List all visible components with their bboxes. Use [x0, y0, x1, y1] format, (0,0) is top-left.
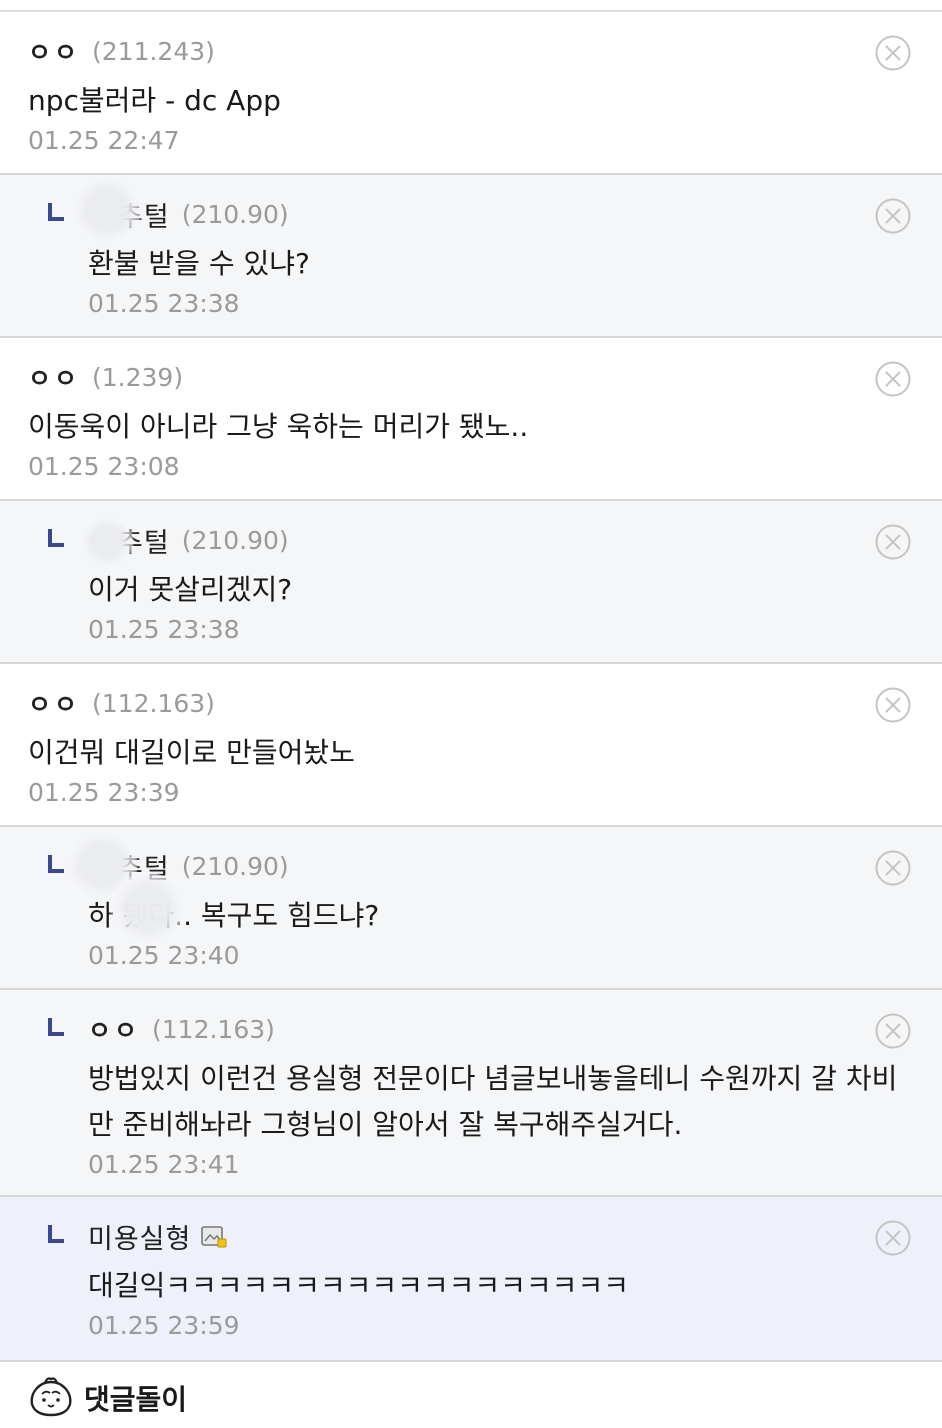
- comment-item: ㅇㅇ (1.239) 이동욱이 아니라 그냥 욱하는 머리가 됐노.. 01.2…: [0, 338, 942, 501]
- close-circle-icon[interactable]: [874, 1012, 912, 1050]
- comment-body-line: npc불러라 - dc App: [28, 84, 281, 117]
- reply-arrow-icon: [48, 1018, 64, 1036]
- comment-date: 01.25 23:41: [88, 1150, 240, 1179]
- comment-header: ㅇㅇ (211.243): [28, 34, 215, 68]
- comment-ip: (210.90): [181, 851, 289, 881]
- comment-body: 방법있지 이런건 용실형 전문이다 념글보내놓을테니 수원까지 갈 차비 만 준…: [88, 1056, 912, 1148]
- comment-nickname[interactable]: ㅇㅇ: [28, 33, 80, 69]
- close-circle-icon[interactable]: [874, 523, 912, 561]
- comment-ip: (112.163): [152, 1014, 275, 1044]
- close-circle-icon[interactable]: [874, 686, 912, 724]
- comment-date: 01.25 23:40: [88, 941, 240, 970]
- comment-body: 이동욱이 아니라 그냥 욱하는 머리가 됐노..: [28, 404, 902, 450]
- comment-header: ㅇㅇ (112.163): [28, 686, 215, 720]
- comment-body-line: 이거 못살리겠지?: [88, 573, 293, 606]
- comment-body-line: 하 됐다.. 복구도 힘드냐?: [88, 899, 380, 932]
- comment-body-line: 대길익ㅋㅋㅋㅋㅋㅋㅋㅋㅋㅋㅋㅋㅋㅋㅋㅋㅋㅋ: [88, 1269, 629, 1302]
- close-circle-icon[interactable]: [874, 197, 912, 235]
- comment-nickname[interactable]: 추털: [118, 847, 170, 886]
- close-circle-icon[interactable]: [874, 34, 912, 72]
- comment-bot-label: 댓글돌이: [84, 1383, 188, 1416]
- comment-nickname[interactable]: 미용실형: [88, 1217, 191, 1256]
- comment-body-line: 환불 받을 수 있냐?: [88, 247, 310, 280]
- comment-ip: (1.239): [92, 362, 184, 392]
- comment-nickname[interactable]: 추털: [118, 195, 170, 234]
- comment-body: 대길익ㅋㅋㅋㅋㅋㅋㅋㅋㅋㅋㅋㅋㅋㅋㅋㅋㅋㅋ: [88, 1263, 912, 1309]
- comment-body: 이건뭐 대길이로 만들어놨노: [28, 730, 902, 776]
- comment-nickname[interactable]: 추털: [118, 521, 170, 560]
- comment-date: 01.25 23:08: [28, 452, 180, 481]
- comment-header: ㅇㅇ (112.163): [48, 1012, 275, 1046]
- gallery-member-icon: [201, 1226, 227, 1248]
- reply-arrow-icon: [48, 1225, 64, 1243]
- comment-nickname[interactable]: ㅇㅇ: [88, 1011, 140, 1047]
- comment-body: npc불러라 - dc App: [28, 78, 902, 124]
- comment-date: 01.25 23:39: [28, 778, 180, 807]
- reply-arrow-icon: [48, 203, 64, 221]
- comment-date: 01.25 22:47: [28, 126, 180, 155]
- comment-nickname[interactable]: ㅇㅇ: [28, 359, 80, 395]
- comment-ip: (210.90): [181, 525, 289, 555]
- reply-arrow-icon: [48, 855, 64, 873]
- comment-body-line: 만 준비해놔라 그형님이 알아서 잘 복구해주실거다.: [88, 1108, 683, 1141]
- comment-header: 추털 (210.90): [48, 195, 289, 234]
- close-circle-icon[interactable]: [874, 849, 912, 887]
- close-circle-icon[interactable]: [874, 360, 912, 398]
- comment-bot-bar[interactable]: 댓글돌이: [0, 1362, 942, 1428]
- comment-date: 01.25 23:38: [88, 289, 240, 318]
- comment-item: ㅇㅇ (112.163) 이건뭐 대길이로 만들어놨노 01.25 23:39: [0, 664, 942, 827]
- reply-item: ㅇㅇ (112.163) 방법있지 이런건 용실형 전문이다 념글보내놓을테니 …: [0, 990, 942, 1197]
- reply-item: 추털 (210.90) 환불 받을 수 있냐? 01.25 23:38: [0, 175, 942, 338]
- reply-item: 미용실형 대길익ㅋㅋㅋㅋㅋㅋㅋㅋㅋㅋㅋㅋㅋㅋㅋㅋㅋㅋ 01.25 23:59: [0, 1197, 942, 1362]
- reply-item: 추털 (210.90) 하 됐다.. 복구도 힘드냐? 01.25 23:40: [0, 827, 942, 990]
- reply-arrow-icon: [48, 529, 64, 547]
- top-divider: [0, 0, 942, 12]
- comment-ip: (112.163): [92, 688, 215, 718]
- comment-date: 01.25 23:59: [88, 1311, 240, 1340]
- comment-list: ㅇㅇ (211.243) npc불러라 - dc App 01.25 22:47…: [0, 12, 942, 1362]
- comment-date: 01.25 23:38: [88, 615, 240, 644]
- comment-body: 이거 못살리겠지?: [88, 567, 912, 613]
- comment-header: ㅇㅇ (1.239): [28, 360, 183, 394]
- dumpling-mascot-icon: [30, 1377, 72, 1417]
- comment-ip: (210.90): [181, 199, 289, 229]
- comment-header: 미용실형: [48, 1217, 227, 1256]
- comment-header: 추털 (210.90): [48, 521, 289, 560]
- comment-body: 환불 받을 수 있냐?: [88, 241, 912, 287]
- comment-nickname[interactable]: ㅇㅇ: [28, 685, 80, 721]
- comment-header: 추털 (210.90): [48, 847, 289, 886]
- comment-item: ㅇㅇ (211.243) npc불러라 - dc App 01.25 22:47: [0, 12, 942, 175]
- comment-body: 하 됐다.. 복구도 힘드냐?: [88, 893, 912, 939]
- comment-ip: (211.243): [92, 36, 215, 66]
- comment-body-line: 이건뭐 대길이로 만들어놨노: [28, 736, 355, 769]
- reply-item: 추털 (210.90) 이거 못살리겠지? 01.25 23:38: [0, 501, 942, 664]
- close-circle-icon[interactable]: [874, 1219, 912, 1257]
- comment-body-line: 이동욱이 아니라 그냥 욱하는 머리가 됐노..: [28, 410, 529, 443]
- comment-body-line: 방법있지 이런건 용실형 전문이다 념글보내놓을테니 수원까지 갈 차비: [88, 1062, 898, 1095]
